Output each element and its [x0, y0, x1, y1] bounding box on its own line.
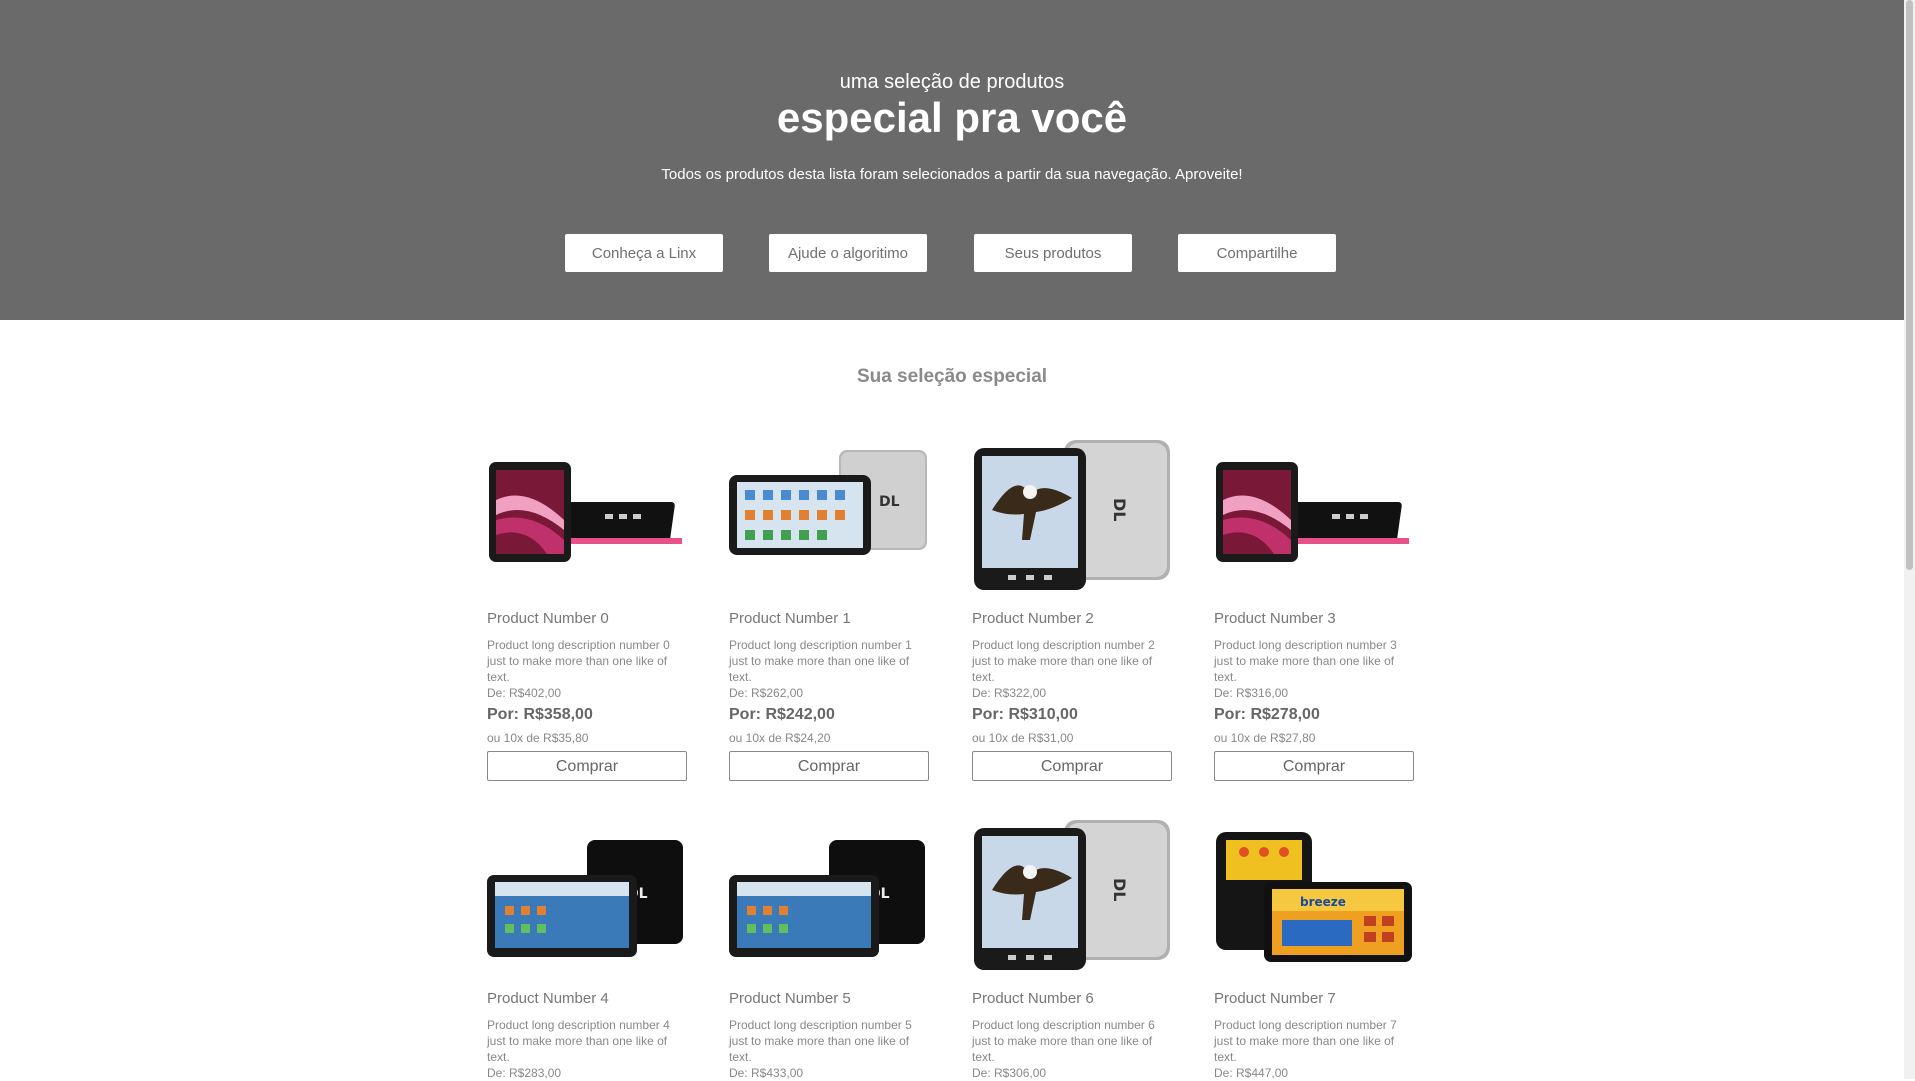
product-image[interactable] — [487, 440, 687, 590]
product-description: Product long description number 3 just t… — [1214, 638, 1397, 684]
svg-text:breeze: breeze — [1300, 895, 1346, 909]
price-from: De: R$316,00 — [1214, 686, 1289, 700]
product-name[interactable]: Product Number 4 — [487, 990, 609, 1008]
product-name[interactable]: Product Number 5 — [729, 990, 851, 1008]
hero-description: Todos os produtos desta lista foram sele… — [661, 166, 1243, 183]
buy-button[interactable]: Comprar — [487, 751, 687, 781]
product-description: Product long description number 4 just t… — [487, 1018, 670, 1064]
price-from: De: R$322,00 — [972, 686, 1047, 700]
product-description: Product long description number 0 just t… — [487, 638, 670, 684]
svg-text:DL: DL — [879, 494, 900, 510]
installments: ou 10x de R$27,80 — [1214, 731, 1316, 745]
product-name[interactable]: Product Number 6 — [972, 990, 1094, 1008]
product-image[interactable] — [1214, 440, 1414, 590]
product-description: Product long description number 5 just t… — [729, 1018, 912, 1064]
product-image[interactable]: DL — [729, 440, 929, 590]
product-image[interactable]: DL — [729, 820, 929, 970]
product-image[interactable]: DL — [972, 820, 1172, 970]
installments: ou 10x de R$24,20 — [729, 731, 831, 745]
buy-button[interactable]: Comprar — [972, 751, 1172, 781]
price-to: Por: R$278,00 — [1214, 706, 1320, 723]
price-to: Por: R$310,00 — [972, 706, 1078, 723]
price-to: Por: R$242,00 — [729, 706, 835, 723]
page-scrollbar[interactable] — [1904, 0, 1915, 1079]
installments: ou 10x de R$31,00 — [972, 731, 1074, 745]
ajude-algoritmo-button[interactable]: Ajude o algoritimo — [769, 234, 927, 272]
product-image[interactable]: DL — [487, 820, 687, 970]
product-description: Product long description number 7 just t… — [1214, 1018, 1397, 1064]
buy-button[interactable]: Comprar — [1214, 751, 1414, 781]
price-to: Por: R$358,00 — [487, 706, 593, 723]
price-from: De: R$262,00 — [729, 686, 804, 700]
buy-button[interactable]: Comprar — [729, 751, 929, 781]
product-image[interactable]: breeze — [1214, 820, 1414, 970]
product-image[interactable]: DL — [972, 440, 1172, 590]
price-from: De: R$402,00 — [487, 686, 562, 700]
product-name[interactable]: Product Number 7 — [1214, 990, 1336, 1008]
seus-produtos-button[interactable]: Seus produtos — [974, 234, 1132, 272]
product-name[interactable]: Product Number 0 — [487, 610, 609, 628]
section-title: Sua seleção especial — [856, 366, 1048, 387]
installments: ou 10x de R$35,80 — [487, 731, 589, 745]
svg-text:DL: DL — [1110, 878, 1129, 901]
product-name[interactable]: Product Number 1 — [729, 610, 851, 628]
scrollbar-thumb[interactable] — [1906, 0, 1913, 570]
product-description: Product long description number 2 just t… — [972, 638, 1155, 684]
hero-subtitle: uma seleção de produtos — [839, 71, 1065, 93]
product-name[interactable]: Product Number 3 — [1214, 610, 1336, 628]
conheca-linx-button[interactable]: Conheça a Linx — [565, 234, 723, 272]
hero-title: especial pra você — [776, 94, 1128, 141]
product-name[interactable]: Product Number 2 — [972, 610, 1094, 628]
compartilhe-button[interactable]: Compartilhe — [1178, 234, 1336, 272]
product-description: Product long description number 6 just t… — [972, 1018, 1155, 1064]
hero-banner: uma seleção de produtos especial pra voc… — [0, 0, 1904, 320]
product-description: Product long description number 1 just t… — [729, 638, 912, 684]
svg-text:DL: DL — [1110, 498, 1129, 521]
